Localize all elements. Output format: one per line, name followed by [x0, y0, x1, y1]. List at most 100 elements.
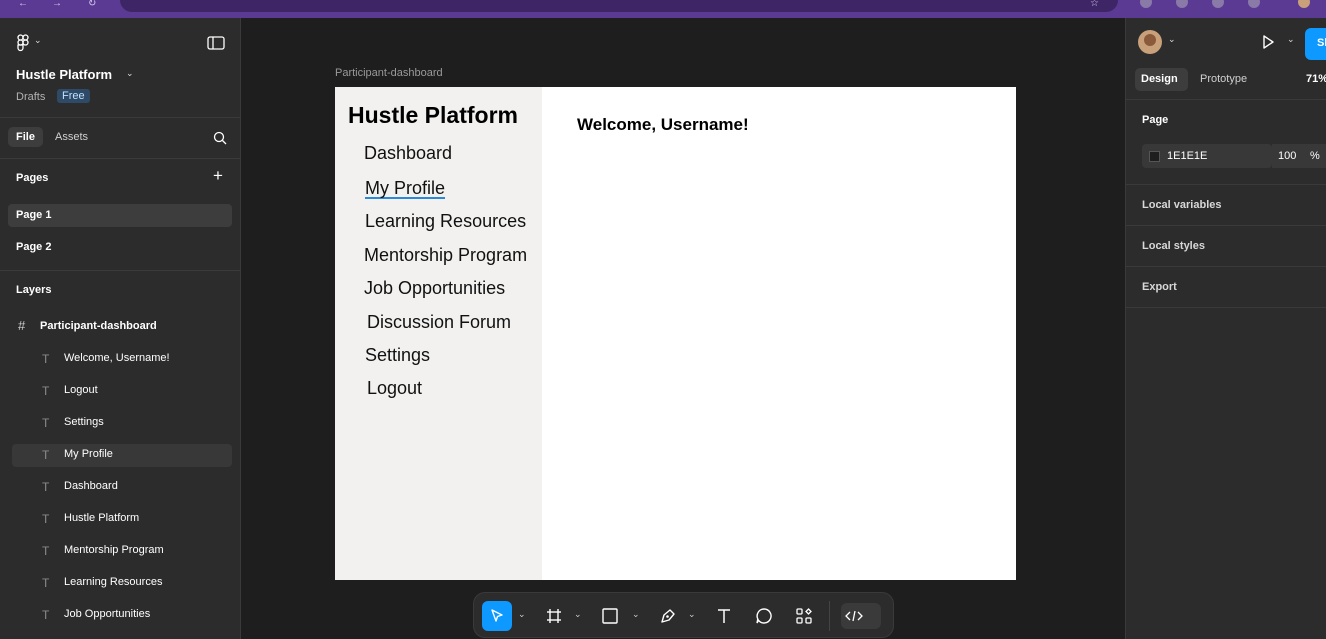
- layer-label: Participant-dashboard: [40, 320, 157, 332]
- nav-logout[interactable]: Logout: [367, 378, 422, 399]
- page-item-2[interactable]: Page 2: [8, 236, 232, 259]
- move-tool-button[interactable]: [482, 601, 512, 631]
- file-name-button[interactable]: Hustle Platform ⌄: [16, 67, 146, 85]
- left-panel: ⌄ Hustle Platform ⌄ Drafts Free File Ass…: [0, 18, 241, 639]
- extension-icon[interactable]: [1140, 0, 1152, 8]
- layer-label: Dashboard: [64, 480, 118, 492]
- actions-button[interactable]: [790, 601, 818, 631]
- reload-icon[interactable]: ↻: [88, 0, 96, 9]
- plus-icon[interactable]: +: [213, 167, 223, 184]
- layer-item[interactable]: T Mentorship Program: [12, 540, 232, 563]
- share-button[interactable]: Sh: [1305, 28, 1326, 60]
- nav-mentorship-program[interactable]: Mentorship Program: [364, 245, 527, 266]
- canvas[interactable]: Participant-dashboard Hustle Platform Da…: [241, 18, 1326, 639]
- tab-file[interactable]: File: [8, 127, 43, 147]
- layer-frame[interactable]: # Participant-dashboard: [8, 316, 228, 339]
- search-icon[interactable]: [213, 131, 227, 145]
- text-tool-button[interactable]: [710, 601, 738, 631]
- bottom-toolbar: ⌄ ⌄ ⌄ ⌄: [473, 592, 894, 638]
- text-icon: T: [42, 512, 50, 526]
- layer-item[interactable]: T Learning Resources: [12, 572, 232, 595]
- layer-item[interactable]: T Settings: [12, 412, 232, 435]
- text-icon: T: [42, 416, 50, 430]
- nav-settings[interactable]: Settings: [365, 345, 430, 366]
- rectangle-tool-icon: [602, 608, 618, 624]
- frame-title[interactable]: Hustle Platform: [348, 102, 518, 129]
- move-tool-icon: [491, 609, 503, 622]
- page-color-value: 1E1E1E: [1167, 150, 1208, 162]
- forward-icon[interactable]: →: [52, 0, 62, 9]
- tab-design[interactable]: Design: [1135, 68, 1188, 91]
- color-swatch[interactable]: [1149, 151, 1160, 162]
- layer-label: Job Opportunities: [64, 608, 151, 620]
- text-icon: T: [42, 384, 50, 398]
- tab-assets[interactable]: Assets: [55, 131, 88, 143]
- layer-item[interactable]: T My Profile: [12, 444, 232, 467]
- dashboard-frame[interactable]: Hustle Platform Dashboard My Profile Lea…: [335, 87, 1016, 580]
- local-variables-button[interactable]: Local variables: [1142, 199, 1222, 211]
- chevron-down-icon[interactable]: ⌄: [1287, 34, 1295, 45]
- panel-toggle-icon[interactable]: [207, 36, 225, 50]
- extension-icon[interactable]: [1212, 0, 1224, 8]
- comment-tool-button[interactable]: [750, 601, 778, 631]
- right-panel: ⌄ ⌄ Sh Design Prototype 71% Page 1E1E1E …: [1125, 18, 1326, 639]
- text-icon: T: [42, 544, 50, 558]
- chevron-down-icon: ⌄: [34, 35, 42, 45]
- address-bar[interactable]: [120, 0, 1118, 12]
- nav-learning-resources[interactable]: Learning Resources: [365, 211, 526, 232]
- layer-item[interactable]: T Logout: [12, 380, 232, 403]
- percent-sign: %: [1310, 150, 1320, 162]
- extension-icon[interactable]: [1176, 0, 1188, 8]
- welcome-heading[interactable]: Welcome, Username!: [577, 115, 749, 135]
- pen-tool-button[interactable]: [654, 601, 682, 631]
- layer-label: Mentorship Program: [64, 544, 164, 556]
- pages-heading: Pages: [16, 172, 49, 184]
- rectangle-tool-button[interactable]: [596, 601, 624, 631]
- layer-item[interactable]: T Welcome, Username!: [12, 348, 232, 371]
- back-icon[interactable]: ←: [18, 0, 28, 9]
- nav-my-profile[interactable]: My Profile: [365, 179, 446, 199]
- text-icon: T: [42, 576, 50, 590]
- chevron-down-icon[interactable]: ⌄: [518, 609, 526, 620]
- chevron-down-icon[interactable]: ⌄: [574, 609, 582, 620]
- text-icon: T: [42, 448, 50, 462]
- nav-dashboard[interactable]: Dashboard: [364, 143, 452, 164]
- nav-discussion-forum[interactable]: Discussion Forum: [367, 312, 511, 333]
- chevron-down-icon[interactable]: ⌄: [632, 609, 640, 620]
- toolbar-divider: [829, 601, 830, 631]
- chevron-down-icon[interactable]: ⌄: [1168, 34, 1176, 45]
- layer-item[interactable]: T Hustle Platform: [12, 508, 232, 531]
- frame-tool-button[interactable]: [540, 601, 568, 631]
- page-opacity-input[interactable]: 100 %: [1272, 144, 1326, 168]
- play-icon[interactable]: [1260, 34, 1276, 50]
- nav-job-opportunities[interactable]: Job Opportunities: [364, 278, 505, 299]
- drafts-label[interactable]: Drafts: [16, 91, 45, 103]
- plan-badge: Free: [57, 89, 90, 103]
- page-color-input[interactable]: 1E1E1E: [1142, 144, 1272, 168]
- figma-menu-icon: [17, 34, 29, 52]
- extension-icon[interactable]: [1248, 0, 1260, 8]
- page-label: Page 1: [16, 209, 52, 221]
- layer-label: Learning Resources: [64, 576, 163, 588]
- comment-tool-icon: [756, 608, 772, 624]
- chevron-down-icon: ⌄: [126, 68, 134, 78]
- bookmark-star-icon[interactable]: ☆: [1090, 0, 1099, 9]
- layer-label: Welcome, Username!: [64, 352, 170, 364]
- page-item-1[interactable]: Page 1: [8, 204, 232, 227]
- zoom-level[interactable]: 71%: [1306, 73, 1326, 85]
- layer-label: Logout: [64, 384, 98, 396]
- page-section-heading: Page: [1142, 114, 1169, 126]
- local-styles-button[interactable]: Local styles: [1142, 240, 1205, 252]
- chevron-down-icon[interactable]: ⌄: [688, 609, 696, 620]
- export-button[interactable]: Export: [1142, 281, 1177, 293]
- text-icon: T: [42, 608, 50, 622]
- frame-label[interactable]: Participant-dashboard: [335, 67, 443, 79]
- layer-item[interactable]: T Dashboard: [12, 476, 232, 499]
- browser-toolbar: ← → ↻ ☆: [0, 0, 1326, 18]
- user-avatar[interactable]: [1138, 30, 1162, 54]
- dev-mode-toggle[interactable]: [841, 603, 881, 629]
- profile-avatar-icon[interactable]: [1298, 0, 1310, 8]
- figma-menu-button[interactable]: ⌄: [14, 32, 48, 54]
- layer-item[interactable]: T Job Opportunities: [12, 604, 232, 627]
- tab-prototype[interactable]: Prototype: [1200, 73, 1247, 85]
